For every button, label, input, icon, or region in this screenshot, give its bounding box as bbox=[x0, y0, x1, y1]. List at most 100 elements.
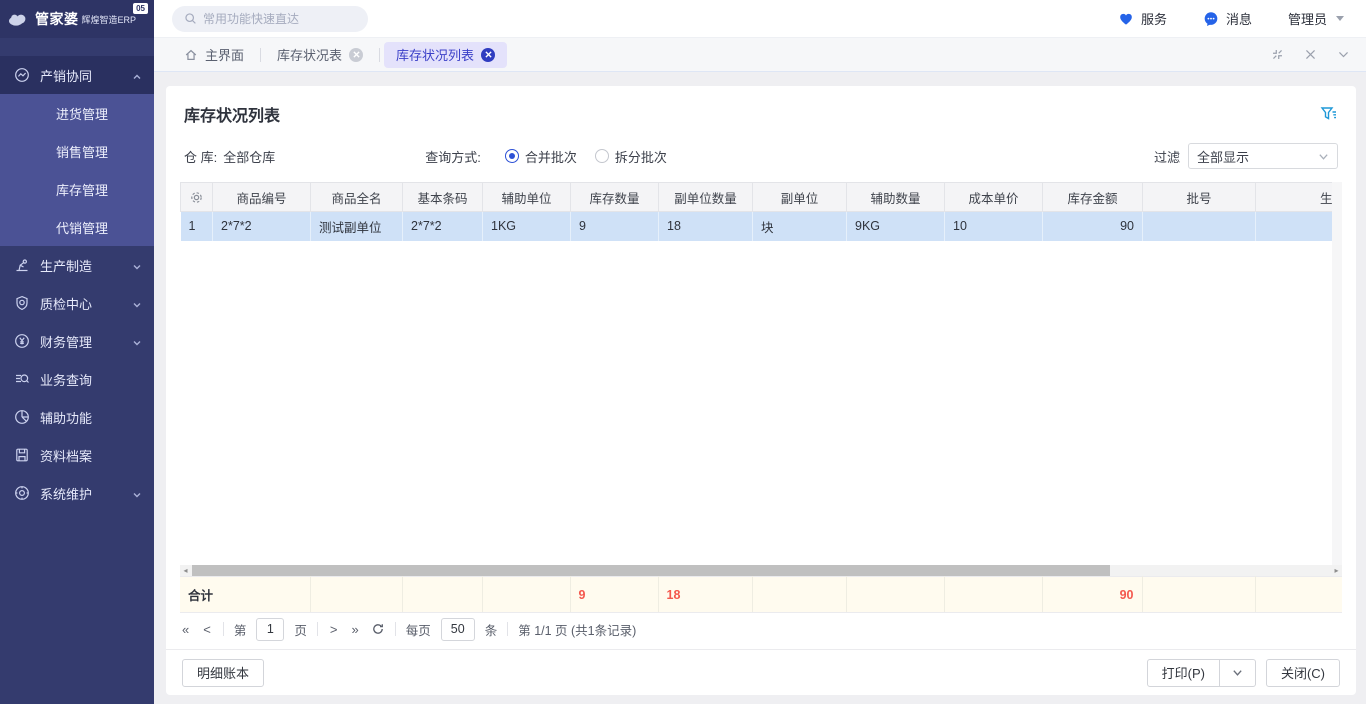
sidebar-item-data-archive[interactable]: 资料档案 bbox=[0, 436, 154, 474]
sidebar-item-finance-mgmt[interactable]: 财务管理 bbox=[0, 322, 154, 360]
search-icon bbox=[184, 12, 197, 25]
totals-cell bbox=[1255, 577, 1342, 613]
table-row[interactable]: 12*7*2测试副单位2*7*21KG918块9KG1090 bbox=[181, 212, 1343, 241]
search-placeholder: 常用功能快速直达 bbox=[203, 10, 299, 27]
totals-row: 合计91890 bbox=[180, 576, 1342, 613]
sidebar-subitem-consignment-mgmt[interactable]: 代销管理 bbox=[0, 208, 154, 246]
table-cell[interactable]: 2*7*2 bbox=[213, 212, 311, 241]
column-header[interactable]: 辅助数量 bbox=[847, 183, 945, 212]
column-header[interactable]: 副单位数量 bbox=[659, 183, 753, 212]
table-cell[interactable] bbox=[1256, 212, 1343, 241]
table-cell[interactable]: 1KG bbox=[483, 212, 571, 241]
sidebar-subitem-sales-mgmt[interactable]: 销售管理 bbox=[0, 132, 154, 170]
print-dropdown-button[interactable] bbox=[1220, 659, 1256, 687]
table-cell[interactable]: 18 bbox=[659, 212, 753, 241]
column-header[interactable]: 商品全名 bbox=[311, 183, 403, 212]
scroll-right-arrow[interactable]: ▸ bbox=[1331, 565, 1342, 576]
detail-ledger-button[interactable]: 明细账本 bbox=[182, 659, 264, 687]
scrollbar-thumb[interactable] bbox=[192, 565, 1110, 576]
tab-separator bbox=[260, 48, 261, 62]
last-page-button[interactable]: » bbox=[349, 622, 360, 637]
column-header[interactable]: 成本单价 bbox=[945, 183, 1043, 212]
message-icon bbox=[1203, 11, 1219, 27]
column-settings-header[interactable] bbox=[181, 183, 213, 212]
sidebar-item-produce-sales-collab[interactable]: 产销协同 bbox=[0, 56, 154, 94]
sidebar-item-label: 系统维护 bbox=[40, 484, 132, 503]
sidebar-subitem-purchase-mgmt[interactable]: 进货管理 bbox=[0, 94, 154, 132]
pager-separator bbox=[317, 622, 318, 636]
column-header[interactable]: 辅助单位 bbox=[483, 183, 571, 212]
column-header[interactable]: 批号 bbox=[1143, 183, 1256, 212]
close-button[interactable]: 关闭(C) bbox=[1266, 659, 1340, 687]
table-cell[interactable] bbox=[1143, 212, 1256, 241]
radio-selected-icon bbox=[505, 149, 519, 163]
totals-cell: 18 bbox=[658, 577, 752, 613]
column-header[interactable]: 生 bbox=[1256, 183, 1343, 212]
table-cell[interactable]: 9 bbox=[571, 212, 659, 241]
tab-inventory-status[interactable]: 库存状况表 bbox=[265, 42, 375, 68]
column-header[interactable]: 副单位 bbox=[753, 183, 847, 212]
sidebar-subitem-label: 进货管理 bbox=[56, 104, 142, 123]
filter-funnel-icon[interactable] bbox=[1320, 105, 1338, 123]
restore-icon[interactable] bbox=[1271, 48, 1284, 61]
filter-row: 仓 库: 全部仓库 查询方式: 合并批次 拆分批次 bbox=[166, 142, 1356, 170]
sidebar-item-business-query[interactable]: 业务查询 bbox=[0, 360, 154, 398]
totals-cell bbox=[402, 577, 482, 613]
chevron-down-icon[interactable] bbox=[1337, 48, 1350, 61]
sidebar-item-auxiliary-functions[interactable]: 辅助功能 bbox=[0, 398, 154, 436]
chevron-down-icon bbox=[1318, 151, 1329, 162]
sidebar-subitem-inventory-mgmt[interactable]: 库存管理 bbox=[0, 170, 154, 208]
warehouse-value[interactable]: 全部仓库 bbox=[223, 147, 275, 166]
table-cell[interactable]: 测试副单位 bbox=[311, 212, 403, 241]
row-index-cell[interactable]: 1 bbox=[181, 212, 213, 241]
column-header[interactable]: 基本条码 bbox=[403, 183, 483, 212]
sidebar-item-system-maintenance[interactable]: 系统维护 bbox=[0, 474, 154, 512]
messages-link[interactable]: 消息 bbox=[1203, 9, 1252, 28]
column-header[interactable]: 库存数量 bbox=[571, 183, 659, 212]
service-link[interactable]: 服务 bbox=[1118, 9, 1167, 28]
content-area: 库存状况列表 仓 库: 全部仓库 查询方式: 合并批次 bbox=[154, 72, 1366, 704]
sidebar-item-production-mfg[interactable]: 生产制造 bbox=[0, 246, 154, 284]
data-archive-icon bbox=[14, 447, 30, 463]
pager-summary: 第 1/1 页 (共1条记录) bbox=[518, 620, 636, 639]
scroll-left-arrow[interactable]: ◂ bbox=[180, 565, 191, 576]
table-cell[interactable]: 10 bbox=[945, 212, 1043, 241]
user-menu[interactable]: 管理员 bbox=[1288, 9, 1344, 28]
sidebar-item-label: 资料档案 bbox=[40, 446, 142, 465]
first-page-button[interactable]: « bbox=[180, 622, 191, 637]
column-header[interactable]: 商品编号 bbox=[213, 183, 311, 212]
refresh-icon[interactable] bbox=[371, 622, 385, 636]
production-mfg-icon bbox=[14, 257, 30, 273]
pager-separator bbox=[507, 622, 508, 636]
warehouse-label: 仓 库: bbox=[184, 147, 217, 166]
auxiliary-functions-icon bbox=[14, 409, 30, 425]
filter-select[interactable]: 全部显示 bbox=[1188, 143, 1338, 169]
pagination-bar: « < 第 1 页 > » 每页 50 条 第 1/1 页 (共1条记录) bbox=[180, 613, 1342, 645]
home-icon bbox=[184, 48, 198, 62]
page-number-input[interactable]: 1 bbox=[256, 618, 284, 641]
sidebar-submenu: 进货管理销售管理库存管理代销管理 bbox=[0, 94, 154, 246]
tab-close-icon[interactable] bbox=[349, 48, 363, 62]
vertical-scrollbar[interactable] bbox=[1332, 182, 1342, 565]
table-cell[interactable]: 块 bbox=[753, 212, 847, 241]
column-header[interactable]: 库存金额 bbox=[1043, 183, 1143, 212]
table-cell[interactable]: 90 bbox=[1043, 212, 1143, 241]
chevron-down-icon bbox=[132, 488, 142, 498]
sidebar-nav: 产销协同进货管理销售管理库存管理代销管理生产制造质检中心财务管理业务查询辅助功能… bbox=[0, 38, 154, 704]
print-button[interactable]: 打印(P) bbox=[1147, 659, 1220, 687]
table-cell[interactable]: 9KG bbox=[847, 212, 945, 241]
radio-split-batches[interactable]: 拆分批次 bbox=[595, 147, 667, 166]
per-page-label: 每页 bbox=[406, 620, 431, 639]
table-cell[interactable]: 2*7*2 bbox=[403, 212, 483, 241]
prev-page-button[interactable]: < bbox=[201, 622, 213, 637]
user-caret-icon bbox=[1336, 16, 1344, 21]
tab-inventory-status-list[interactable]: 库存状况列表 bbox=[384, 42, 507, 68]
tab-home[interactable]: 主界面 bbox=[172, 42, 256, 68]
radio-merge-batches[interactable]: 合并批次 bbox=[505, 147, 577, 166]
next-page-button[interactable]: > bbox=[328, 622, 340, 637]
sidebar-item-quality-center[interactable]: 质检中心 bbox=[0, 284, 154, 322]
search-input[interactable]: 常用功能快速直达 bbox=[172, 6, 368, 32]
page-size-input[interactable]: 50 bbox=[441, 618, 475, 641]
tab-close-icon[interactable] bbox=[481, 48, 495, 62]
close-icon[interactable] bbox=[1304, 48, 1317, 61]
